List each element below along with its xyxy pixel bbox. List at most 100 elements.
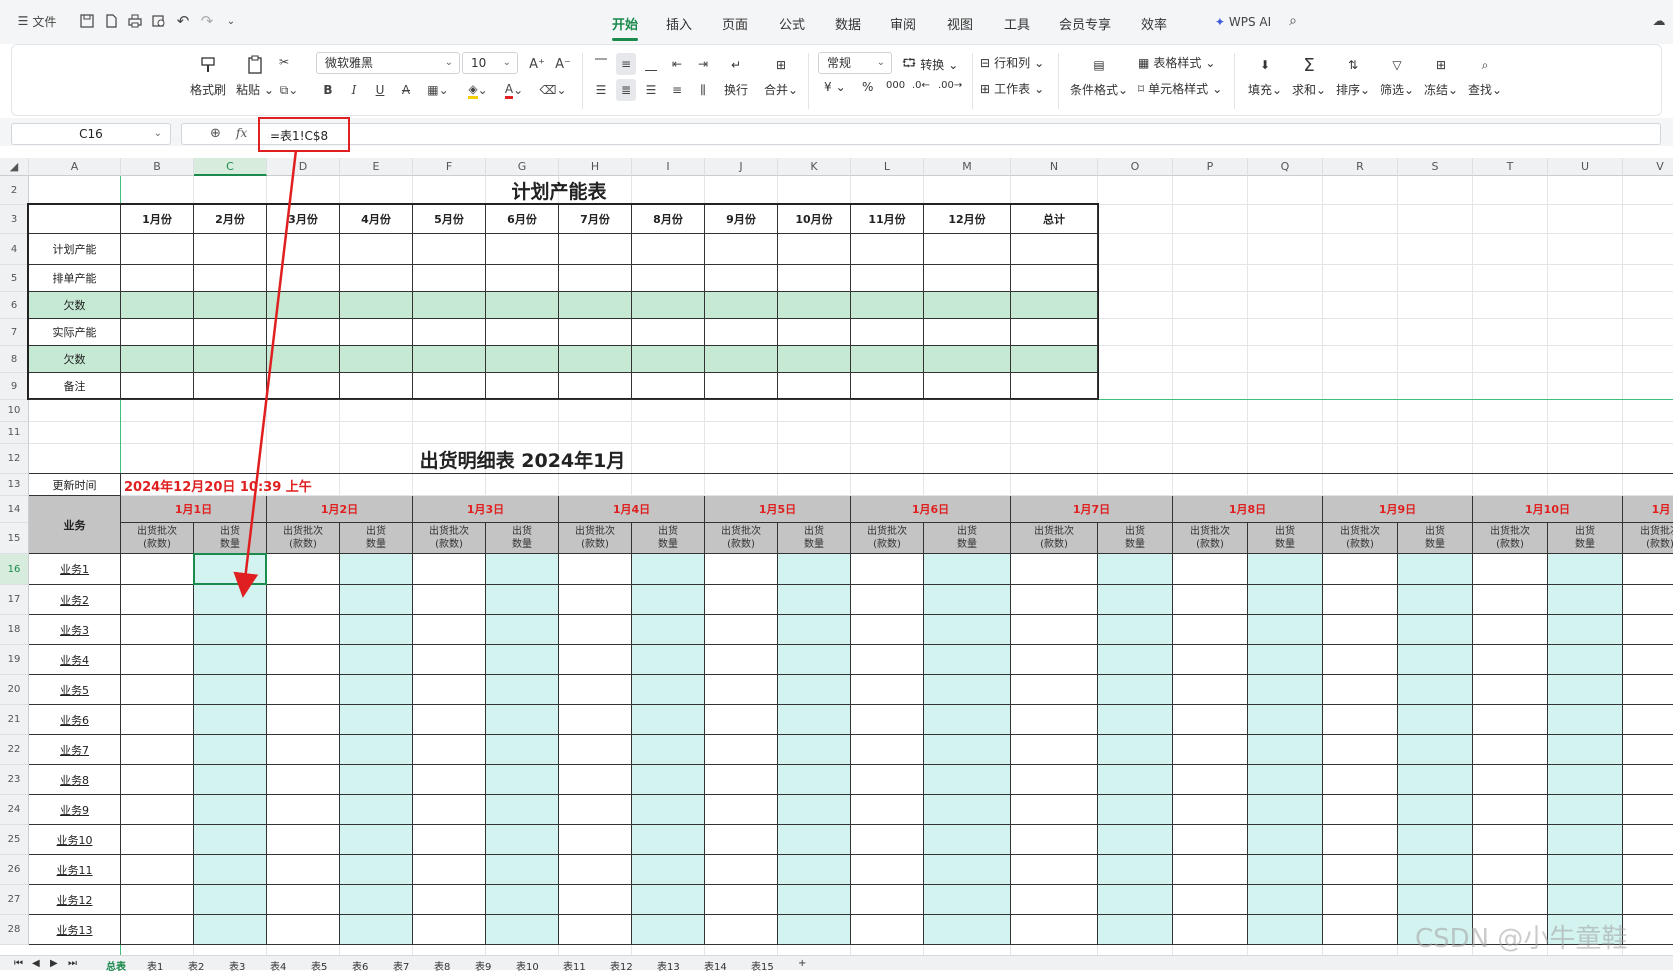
sheet-nav-icon[interactable]: ⏭ — [68, 958, 77, 969]
data-cell[interactable] — [778, 585, 851, 615]
format-painter-button[interactable]: 格式刷 — [190, 53, 226, 98]
data-cell[interactable] — [1011, 705, 1098, 735]
data-cell[interactable] — [1398, 554, 1473, 585]
data-cell[interactable] — [1248, 855, 1323, 885]
data-cell[interactable] — [632, 585, 705, 615]
decrease-font-icon[interactable]: A⁻ — [554, 53, 572, 75]
data-cell[interactable] — [778, 705, 851, 735]
data-cell[interactable] — [1011, 675, 1098, 705]
merge-button[interactable]: ⊞ 合并⌄ — [764, 53, 798, 98]
sheet-tab[interactable]: 表1 — [147, 958, 163, 973]
row-header-2[interactable]: 2 — [0, 176, 29, 205]
table1-cell[interactable] — [778, 319, 851, 346]
data-cell[interactable] — [1548, 765, 1623, 795]
tab-tools[interactable]: 工具 — [1004, 14, 1030, 33]
data-cell[interactable] — [340, 554, 413, 585]
border-icon[interactable]: ▦⌄ — [424, 79, 452, 101]
table1-cell[interactable] — [486, 292, 559, 319]
data-cell[interactable] — [924, 675, 1011, 705]
tab-page[interactable]: 页面 — [722, 14, 748, 33]
table1-cell[interactable] — [267, 319, 340, 346]
data-cell[interactable] — [1473, 585, 1548, 615]
table1-cell[interactable] — [705, 234, 778, 265]
row-header-21[interactable]: 21 — [0, 705, 29, 735]
data-cell[interactable] — [778, 645, 851, 675]
data-cell[interactable] — [413, 825, 486, 855]
data-cell[interactable] — [121, 795, 194, 825]
sheet-tab[interactable]: 表9 — [475, 958, 491, 973]
row-header-4[interactable]: 4 — [0, 234, 29, 265]
data-cell[interactable] — [194, 885, 267, 915]
table1-cell[interactable] — [559, 346, 632, 373]
table1-cell[interactable] — [705, 373, 778, 400]
fill-button[interactable]: ⬇ 填充⌄ — [1248, 53, 1282, 98]
data-cell[interactable] — [267, 585, 340, 615]
business-name[interactable]: 业务1 — [29, 554, 121, 585]
data-cell[interactable] — [1011, 765, 1098, 795]
sheet-tab[interactable]: 表15 — [751, 958, 774, 973]
data-cell[interactable] — [1323, 885, 1398, 915]
data-cell[interactable] — [1248, 735, 1323, 765]
table1-cell[interactable] — [632, 265, 705, 292]
wrap-text-button[interactable]: ↵ 换行 — [724, 53, 748, 98]
table1-cell[interactable] — [559, 319, 632, 346]
data-cell[interactable] — [1323, 705, 1398, 735]
data-cell[interactable] — [851, 675, 924, 705]
table1-cell[interactable] — [413, 265, 486, 292]
row-header-10[interactable]: 10 — [0, 400, 29, 422]
percent-button[interactable]: % — [862, 80, 873, 94]
row-header-27[interactable]: 27 — [0, 885, 29, 915]
data-cell[interactable] — [924, 615, 1011, 645]
table1-cell[interactable] — [340, 319, 413, 346]
column-header-S[interactable]: S — [1398, 158, 1473, 176]
data-cell[interactable] — [705, 585, 778, 615]
conditional-format-button[interactable]: ▤ 条件格式⌄ — [1070, 53, 1128, 98]
table1-cell[interactable] — [194, 346, 267, 373]
sheet-tab[interactable]: 总表 — [106, 958, 126, 973]
table1-cell[interactable] — [924, 292, 1011, 319]
underline-icon[interactable]: U — [372, 79, 388, 101]
data-cell[interactable] — [1011, 615, 1098, 645]
name-box[interactable]: C16 ⌄ — [11, 123, 171, 145]
data-cell[interactable] — [559, 825, 632, 855]
column-header-B[interactable]: B — [121, 158, 194, 176]
align-top-icon[interactable]: ⎺ — [592, 53, 610, 75]
data-cell[interactable] — [851, 735, 924, 765]
data-cell[interactable] — [1398, 705, 1473, 735]
tab-formula[interactable]: 公式 — [779, 14, 805, 33]
data-cell[interactable] — [1548, 885, 1623, 915]
data-cell[interactable] — [486, 615, 559, 645]
table1-cell[interactable] — [267, 373, 340, 400]
table1-cell[interactable] — [340, 346, 413, 373]
data-cell[interactable] — [121, 885, 194, 915]
tab-data[interactable]: 数据 — [835, 14, 861, 33]
business-name[interactable]: 业务2 — [29, 585, 121, 615]
data-cell[interactable] — [486, 675, 559, 705]
data-cell[interactable] — [1473, 735, 1548, 765]
data-cell[interactable] — [1173, 915, 1248, 945]
table1-cell[interactable] — [705, 319, 778, 346]
table1-cell[interactable] — [340, 234, 413, 265]
table1-cell[interactable] — [559, 265, 632, 292]
data-cell[interactable] — [1623, 855, 1673, 885]
sheet-tab[interactable]: 表7 — [393, 958, 409, 973]
data-cell[interactable] — [1173, 615, 1248, 645]
table1-cell[interactable] — [486, 234, 559, 265]
redo-icon[interactable]: ↷ — [198, 10, 216, 32]
data-cell[interactable] — [924, 705, 1011, 735]
justify-icon[interactable]: ≡ — [668, 79, 686, 101]
column-header-K[interactable]: K — [778, 158, 851, 176]
data-cell[interactable] — [1248, 705, 1323, 735]
business-name[interactable]: 业务8 — [29, 765, 121, 795]
table1-cell[interactable] — [924, 265, 1011, 292]
row-header-18[interactable]: 18 — [0, 615, 29, 645]
table-style-button[interactable]: ▦ 表格样式 ⌄ — [1138, 54, 1215, 71]
column-header-D[interactable]: D — [267, 158, 340, 176]
data-cell[interactable] — [1098, 795, 1173, 825]
data-cell[interactable] — [1098, 615, 1173, 645]
data-cell[interactable] — [1098, 554, 1173, 585]
data-cell[interactable] — [705, 855, 778, 885]
data-cell[interactable] — [1548, 825, 1623, 855]
column-header-G[interactable]: G — [486, 158, 559, 176]
increase-indent-icon[interactable]: ⇥ — [694, 53, 712, 75]
